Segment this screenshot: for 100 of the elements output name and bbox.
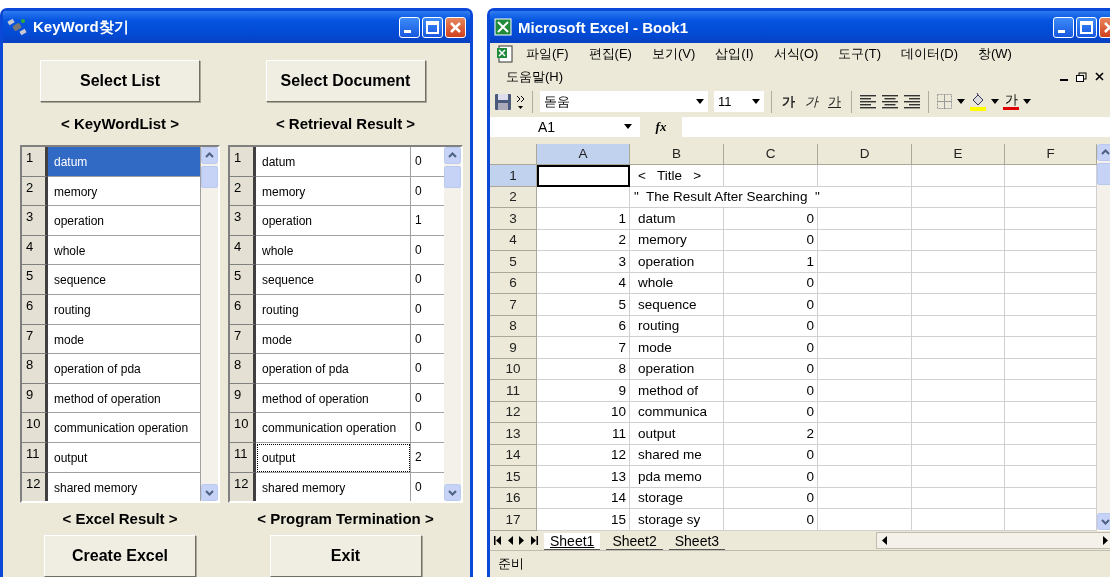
list-cell[interactable]: output — [256, 442, 411, 473]
close-icon[interactable] — [1095, 71, 1104, 81]
empty-cell[interactable] — [818, 380, 912, 402]
menu-item[interactable]: 데이터(D) — [890, 45, 968, 64]
action-button[interactable]: Select List — [40, 60, 200, 102]
maximize-button[interactable] — [1076, 16, 1097, 38]
row-header[interactable]: 15 — [490, 466, 537, 488]
empty-cell[interactable] — [912, 466, 1005, 488]
empty-cell[interactable] — [724, 165, 818, 187]
list-cell[interactable]: operation — [48, 206, 201, 236]
align-left-icon[interactable] — [859, 94, 877, 109]
column-header[interactable]: A — [537, 143, 630, 165]
font-size-field[interactable]: 11 — [714, 91, 764, 113]
menu-item[interactable]: 보기(V) — [641, 45, 706, 64]
scroll-down-icon[interactable] — [201, 484, 218, 501]
row-header[interactable]: 17 — [490, 509, 537, 531]
empty-cell[interactable] — [912, 208, 1005, 230]
menu-item[interactable]: 서식(O) — [763, 45, 829, 64]
empty-cell[interactable] — [818, 466, 912, 488]
list-cell[interactable]: shared memory — [256, 472, 411, 501]
empty-cell[interactable] — [912, 229, 1005, 251]
row-header[interactable]: 12 — [490, 401, 537, 423]
empty-cell[interactable] — [912, 272, 1005, 294]
list-cell[interactable]: memory — [256, 176, 411, 207]
chevron-icon[interactable] — [516, 93, 525, 110]
empty-cell[interactable] — [818, 229, 912, 251]
row-header[interactable]: 9 — [490, 337, 537, 359]
empty-cell[interactable] — [818, 444, 912, 466]
list-cell[interactable]: output — [48, 442, 201, 473]
scroll-thumb[interactable] — [444, 166, 461, 188]
action-button[interactable]: Select Document — [265, 60, 426, 102]
list-cell[interactable]: operation of pda — [256, 354, 411, 384]
empty-cell[interactable] — [818, 272, 912, 294]
row-header[interactable]: 14 — [490, 444, 537, 466]
empty-cell[interactable] — [818, 358, 912, 380]
sheet-tab[interactable]: Sheet3 — [668, 533, 726, 550]
last-sheet-icon[interactable] — [530, 535, 538, 545]
list-cell[interactable]: datum — [256, 147, 411, 177]
row-header[interactable]: 2 — [490, 186, 537, 208]
dropdown-arrow-icon[interactable] — [991, 99, 999, 105]
row-header[interactable]: 1 — [490, 165, 537, 187]
minimize-button[interactable] — [1053, 16, 1074, 38]
spreadsheet-icon[interactable] — [496, 45, 516, 64]
row-header[interactable]: 11 — [490, 380, 537, 402]
menu-item[interactable]: 삽입(I) — [705, 45, 764, 64]
list-cell[interactable]: whole — [256, 235, 411, 266]
list-cell[interactable]: shared memory — [48, 472, 201, 501]
minimize-button[interactable] — [399, 16, 420, 38]
empty-cell[interactable] — [912, 165, 1005, 187]
dropdown-arrow-icon[interactable] — [624, 124, 632, 130]
scroll-down-icon[interactable] — [444, 484, 461, 501]
row-header[interactable]: 13 — [490, 423, 537, 445]
list-cell[interactable]: whole — [48, 235, 201, 266]
empty-cell[interactable] — [912, 423, 1005, 445]
align-center-icon[interactable] — [881, 94, 899, 109]
underline-button[interactable]: 가 — [825, 92, 844, 111]
first-sheet-icon[interactable] — [494, 535, 502, 545]
empty-cell[interactable] — [818, 208, 912, 230]
list-cell[interactable]: method of operation — [256, 383, 411, 414]
scroll-up-icon[interactable] — [1097, 143, 1110, 161]
row-header[interactable]: 8 — [490, 315, 537, 337]
empty-cell[interactable] — [912, 401, 1005, 423]
empty-cell[interactable] — [818, 509, 912, 531]
column-header[interactable]: F — [1005, 143, 1097, 165]
row-header[interactable]: 6 — [490, 272, 537, 294]
scroll-thumb[interactable] — [1097, 162, 1110, 185]
list-cell[interactable]: routing — [48, 294, 201, 325]
list-cell[interactable]: operation — [256, 206, 411, 236]
empty-cell[interactable] — [912, 380, 1005, 402]
italic-button[interactable]: 가 — [802, 92, 821, 111]
empty-cell[interactable] — [818, 337, 912, 359]
menu-item[interactable]: 창(W) — [968, 45, 1022, 64]
list-cell[interactable]: mode — [48, 324, 201, 355]
name-box[interactable]: A1 — [490, 116, 640, 137]
sheet-tab[interactable]: Sheet2 — [606, 533, 663, 550]
fill-color-icon[interactable] — [969, 92, 987, 112]
dropdown-arrow-icon[interactable] — [752, 99, 760, 105]
action-button[interactable]: Create Excel — [44, 535, 196, 577]
list-cell[interactable]: routing — [256, 294, 411, 325]
scroll-up-icon[interactable] — [444, 147, 461, 164]
scroll-up-icon[interactable] — [201, 147, 218, 164]
empty-cell[interactable] — [818, 423, 912, 445]
list-cell[interactable]: datum — [48, 147, 201, 177]
row-header[interactable]: 5 — [490, 251, 537, 273]
empty-cell[interactable] — [912, 509, 1005, 531]
close-button[interactable] — [445, 16, 466, 38]
empty-cell[interactable] — [818, 401, 912, 423]
action-button[interactable]: Exit — [269, 535, 422, 577]
sheet-tab[interactable]: Sheet1 — [544, 533, 601, 550]
dropdown-arrow-icon[interactable] — [1023, 99, 1031, 105]
dropdown-arrow-icon[interactable] — [696, 99, 704, 105]
empty-cell[interactable] — [818, 251, 912, 273]
empty-cell[interactable] — [818, 487, 912, 509]
formula-field[interactable] — [682, 116, 1110, 137]
empty-cell[interactable] — [818, 315, 912, 337]
empty-cell[interactable] — [912, 337, 1005, 359]
empty-cell[interactable] — [912, 444, 1005, 466]
list-cell[interactable]: memory — [48, 176, 201, 207]
scroll-bar[interactable] — [1097, 143, 1110, 530]
column-header[interactable]: B — [630, 143, 724, 165]
